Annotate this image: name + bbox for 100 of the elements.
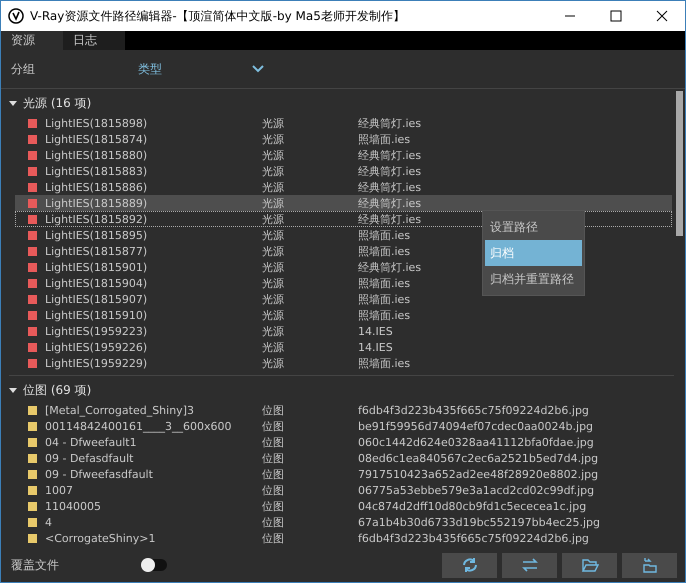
asset-file: f6db4f3d223b435f665c75f09224d2b6.jpg bbox=[358, 532, 589, 544]
asset-type: 光源 bbox=[262, 292, 285, 306]
asset-name: LightIES(1815895) bbox=[45, 228, 148, 242]
group-label: 分组 bbox=[10, 60, 36, 78]
folder-arrow-icon bbox=[640, 557, 658, 573]
asset-name: 04 - Dfweefault1 bbox=[45, 436, 138, 448]
asset-file: 经典筒灯.ies bbox=[358, 212, 422, 226]
maximize-icon[interactable] bbox=[610, 10, 622, 22]
app-logo-icon bbox=[8, 8, 24, 24]
asset-type: 光源 bbox=[262, 196, 285, 210]
asset-file: 照墙面.ies bbox=[358, 228, 410, 242]
asset-name: 11040005 bbox=[45, 500, 102, 512]
group-header: 光源 (16 项) bbox=[23, 94, 92, 112]
asset-type: 位图 bbox=[262, 466, 285, 482]
asset-file: 060c1442d624e0328aa41112bfa0fdae.jpg bbox=[358, 436, 594, 448]
asset-name: 1007 bbox=[45, 484, 74, 496]
asset-name: LightIES(1815886) bbox=[45, 180, 148, 194]
asset-file: 照墙面.ies bbox=[358, 244, 410, 258]
asset-file: 经典筒灯.ies bbox=[358, 260, 422, 274]
asset-file: 06775a53ebbe579e3a1acd2cd02c99df.jpg bbox=[358, 484, 594, 496]
asset-type: 位图 bbox=[262, 482, 285, 498]
asset-file: 7917510423a652ad2ee48f28920e8802.jpg bbox=[358, 468, 598, 480]
asset-name: LightIES(1815892) bbox=[45, 212, 148, 226]
asset-file: 照墙面.ies bbox=[358, 308, 410, 322]
asset-file: 经典筒灯.ies bbox=[358, 164, 422, 178]
relocate-button[interactable] bbox=[622, 552, 677, 578]
asset-name: LightIES(1815880) bbox=[45, 148, 148, 162]
asset-file: 经典筒灯.ies bbox=[358, 148, 422, 162]
group-header: 位图 (69 项) bbox=[23, 382, 92, 398]
asset-type: 光源 bbox=[262, 276, 285, 290]
tab[interactable]: 日志 bbox=[63, 31, 125, 50]
asset-type: 位图 bbox=[262, 434, 285, 450]
asset-type: 位图 bbox=[262, 402, 285, 418]
asset-file: 照墙面.ies bbox=[358, 276, 410, 290]
asset-type: 光源 bbox=[262, 340, 285, 354]
window-title: V-Ray资源文件路径编辑器-【顶渲简体中文版-by Ma5老师开发制作】 bbox=[30, 8, 406, 24]
asset-type: 光源 bbox=[262, 116, 285, 130]
asset-name: [Metal_Corrogated_Shiny]3 bbox=[45, 404, 195, 416]
asset-file: 67a1b4b30d6733d19bc552197bb4ec25.jpg bbox=[358, 516, 600, 528]
asset-file: 经典筒灯.ies bbox=[358, 116, 422, 130]
asset-type: 光源 bbox=[262, 132, 285, 146]
asset-file: f6db4f3d223b435f665c75f09224d2b6.jpg bbox=[358, 404, 589, 416]
open-button[interactable] bbox=[562, 552, 617, 578]
asset-file: be91f59956d74094ef07cdec0aa0024b.jpg bbox=[358, 420, 594, 432]
asset-file: 照墙面.ies bbox=[358, 292, 410, 306]
asset-type: 光源 bbox=[262, 308, 285, 322]
asset-name: LightIES(1959229) bbox=[45, 356, 148, 370]
asset-name: LightIES(1815907) bbox=[45, 292, 148, 306]
asset-file: 14.IES bbox=[358, 340, 393, 354]
expanded-triangle-icon[interactable] bbox=[9, 99, 17, 107]
asset-name: 00114842400161____3__600x600 bbox=[45, 420, 232, 432]
asset-type: 光源 bbox=[262, 180, 285, 194]
asset-type: 位图 bbox=[262, 530, 285, 546]
asset-file: 08ed6c1ea840567c2ec6a2521b5ed7d4.jpg bbox=[358, 452, 598, 464]
asset-file: 经典筒灯.ies bbox=[358, 196, 422, 210]
asset-name: LightIES(1815889) bbox=[45, 196, 148, 210]
asset-type: 位图 bbox=[262, 450, 285, 466]
asset-file: 经典筒灯.ies bbox=[358, 180, 422, 194]
asset-name: LightIES(1815904) bbox=[45, 276, 148, 290]
overwrite-label: 覆盖文件 bbox=[11, 556, 60, 574]
asset-name: LightIES(1815883) bbox=[45, 164, 148, 178]
asset-type: 光源 bbox=[262, 148, 285, 162]
asset-file: 14.IES bbox=[358, 324, 393, 338]
asset-name: LightIES(1959223) bbox=[45, 324, 148, 338]
asset-name: 09 - Defasdfault bbox=[45, 452, 134, 464]
asset-type: 光源 bbox=[262, 164, 285, 178]
asset-name: LightIES(1959226) bbox=[45, 340, 148, 354]
asset-name: LightIES(1815910) bbox=[45, 308, 148, 322]
asset-name: 4 bbox=[45, 516, 53, 528]
asset-file: 照墙面.ies bbox=[358, 356, 410, 370]
tab[interactable]: 资源 bbox=[1, 31, 63, 50]
asset-type: 位图 bbox=[262, 418, 285, 434]
folder-icon bbox=[580, 557, 598, 573]
asset-file: 照墙面.ies bbox=[358, 132, 410, 146]
asset-name: LightIES(1815898) bbox=[45, 116, 148, 130]
close-icon[interactable] bbox=[656, 10, 668, 22]
asset-file: 04c874d2dff10d80cb9fd1c5ececea1c.jpg bbox=[358, 500, 586, 512]
refresh-icon bbox=[460, 557, 478, 573]
asset-type: 光源 bbox=[262, 212, 285, 226]
asset-name: <CorrogateShiny>1 bbox=[45, 532, 156, 544]
refresh-button[interactable] bbox=[442, 552, 497, 578]
swap-icon bbox=[520, 557, 538, 573]
asset-type: 光源 bbox=[262, 260, 285, 274]
group-dropdown-value[interactable]: 类型 bbox=[138, 60, 252, 78]
asset-name: LightIES(1815874) bbox=[45, 132, 148, 146]
asset-type: 光源 bbox=[262, 244, 285, 258]
overwrite-toggle[interactable] bbox=[141, 559, 167, 571]
asset-type: 位图 bbox=[262, 498, 285, 514]
asset-name: LightIES(1815877) bbox=[45, 244, 148, 258]
asset-name: LightIES(1815901) bbox=[45, 260, 148, 274]
swap-button[interactable] bbox=[502, 552, 557, 578]
list-row[interactable]: LightIES(1815889) 光源 经典筒灯.ies bbox=[15, 195, 672, 211]
asset-type: 光源 bbox=[262, 324, 285, 338]
expanded-triangle-icon[interactable] bbox=[9, 386, 17, 394]
asset-name: 09 - Dfweefasdfault bbox=[45, 468, 154, 480]
asset-type: 位图 bbox=[262, 514, 285, 530]
menu-item[interactable]: 归档并重置路径 bbox=[485, 266, 582, 292]
asset-type: 光源 bbox=[262, 228, 285, 242]
asset-type: 光源 bbox=[262, 356, 285, 370]
chevron-down-icon[interactable] bbox=[252, 65, 264, 73]
